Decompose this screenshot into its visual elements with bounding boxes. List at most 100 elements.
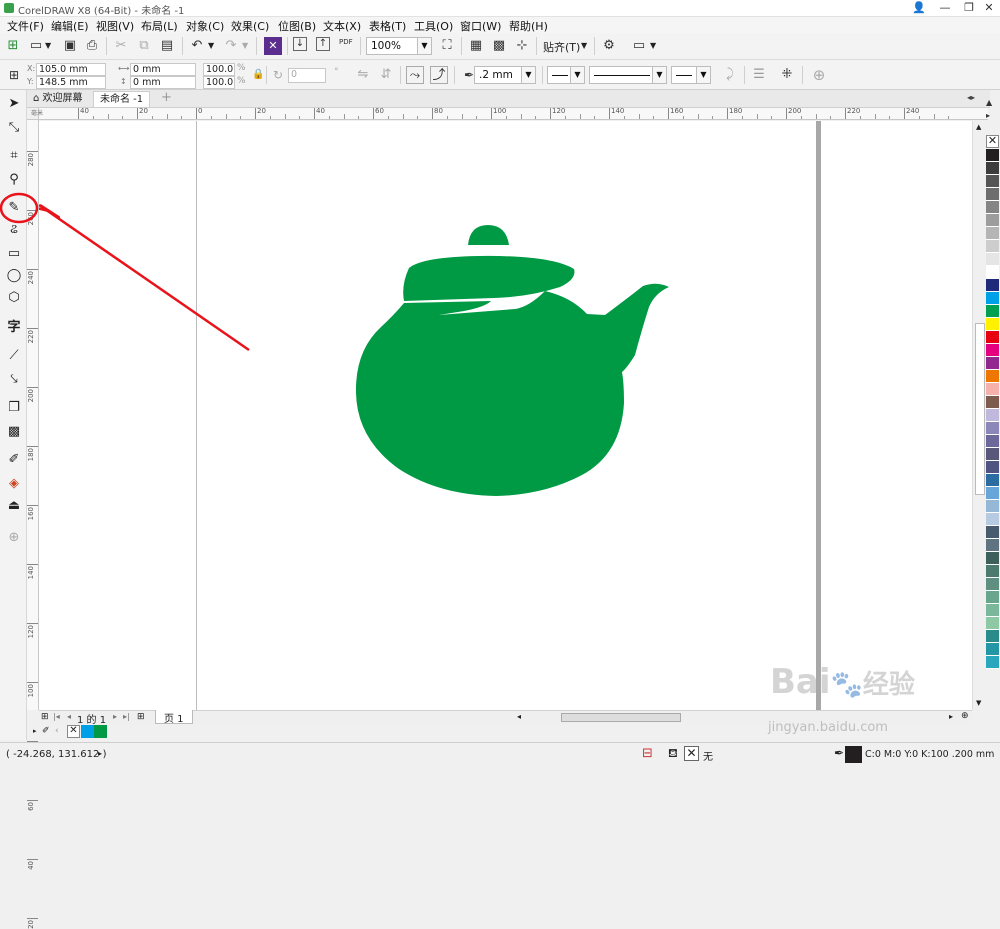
drawing-canvas[interactable] xyxy=(39,121,972,710)
color-swatch[interactable] xyxy=(986,201,999,214)
color-swatch[interactable] xyxy=(986,149,999,162)
color-swatch[interactable] xyxy=(986,591,999,604)
color-swatch[interactable] xyxy=(986,617,999,630)
polygon-tool-icon[interactable]: ⬡ xyxy=(4,288,24,308)
drop-shadow-tool-icon[interactable]: ❐ xyxy=(4,398,24,418)
color-swatch[interactable] xyxy=(986,162,999,175)
teapot-shape[interactable] xyxy=(355,225,669,496)
full-screen-icon[interactable]: ⛶ xyxy=(438,37,456,55)
launcher-dropdown-icon[interactable]: ▼ xyxy=(650,41,656,50)
menu-text[interactable]: 文本(X) xyxy=(323,18,361,34)
import-icon[interactable]: ↓ xyxy=(293,37,307,51)
outline-color-swatch[interactable] xyxy=(845,746,862,763)
scrollbar-thumb[interactable] xyxy=(975,323,985,495)
menu-bitmaps[interactable]: 位图(B) xyxy=(278,18,316,34)
account-icon[interactable]: 👤 xyxy=(906,0,932,17)
add-tab-button[interactable]: + xyxy=(155,91,178,107)
color-swatch[interactable] xyxy=(986,409,999,422)
object-origin-icon[interactable]: ⊞ xyxy=(5,66,23,84)
color-swatch[interactable] xyxy=(986,604,999,617)
mirror-horizontal-icon[interactable]: ⇋ xyxy=(354,66,372,84)
color-swatch[interactable] xyxy=(986,526,999,539)
tab-welcome-screen[interactable]: ⌂ 欢迎屏幕 xyxy=(27,91,89,107)
undo-dropdown-icon[interactable]: ▼ xyxy=(208,41,214,50)
options-gear-icon[interactable]: ⚙ xyxy=(600,37,618,55)
next-page-icon[interactable]: ▸ xyxy=(113,712,117,721)
menu-tools[interactable]: 工具(O) xyxy=(414,18,453,34)
crop-tool-icon[interactable]: ⌗ xyxy=(4,146,24,166)
ellipse-tool-icon[interactable]: ◯ xyxy=(4,266,24,286)
height-field[interactable]: 0 mm xyxy=(130,76,196,89)
horizontal-ruler[interactable]: 40 20 0 20 40 60 80 100 120 140 160 180 200 220 240 毫米 xyxy=(31,107,988,120)
status-expand-icon[interactable]: ▸ xyxy=(98,749,102,758)
chevron-down-icon[interactable]: ▼ xyxy=(417,38,431,54)
smoothing-icon[interactable]: ⁜ xyxy=(778,66,796,84)
scroll-down-icon[interactable]: ▼ xyxy=(976,699,981,707)
line-style-combo[interactable]: ▼ xyxy=(589,66,667,84)
color-swatch[interactable] xyxy=(986,214,999,227)
x-position-field[interactable]: 105.0 mm xyxy=(36,63,106,76)
zoom-tool-icon[interactable]: ⚲ xyxy=(4,170,24,190)
transparency-tool-icon[interactable]: ▩ xyxy=(4,422,24,442)
color-swatch[interactable] xyxy=(986,565,999,578)
corel-connect-icon[interactable]: ✕ xyxy=(264,37,282,55)
color-swatch[interactable] xyxy=(986,305,999,318)
zoom-navigator-icon[interactable]: ⊕ xyxy=(961,711,969,721)
menu-help[interactable]: 帮助(H) xyxy=(509,18,548,34)
no-color-swatch[interactable]: ✕ xyxy=(67,725,80,738)
color-swatch[interactable] xyxy=(986,240,999,253)
chevron-down-icon[interactable]: ▼ xyxy=(652,67,666,83)
tab-document[interactable]: 未命名 -1 xyxy=(93,91,151,107)
save-icon[interactable]: ▣ xyxy=(61,37,79,55)
add-tool-icon[interactable]: ⊕ xyxy=(4,528,24,548)
color-swatch[interactable] xyxy=(986,630,999,643)
color-swatch[interactable] xyxy=(986,279,999,292)
close-curve-icon[interactable]: ⤸ xyxy=(721,66,739,84)
color-swatch[interactable] xyxy=(986,422,999,435)
first-page-icon[interactable]: |◂ xyxy=(53,712,60,721)
color-swatch[interactable] xyxy=(986,578,999,591)
eyedropper-icon[interactable]: ✐ xyxy=(42,726,50,736)
menu-file[interactable]: 文件(F) xyxy=(7,18,44,34)
menu-table[interactable]: 表格(T) xyxy=(369,18,406,34)
color-swatch[interactable] xyxy=(986,383,999,396)
palette-menu-icon[interactable]: ▸ xyxy=(986,111,990,120)
text-wrap-icon[interactable]: ☰ xyxy=(750,66,768,84)
color-swatch[interactable] xyxy=(986,292,999,305)
color-swatch[interactable] xyxy=(986,331,999,344)
open-folder-icon[interactable]: ▭ xyxy=(27,37,45,55)
color-swatch[interactable] xyxy=(986,656,999,669)
snap-to-label[interactable]: 贴齐(T) xyxy=(543,39,580,55)
menu-view[interactable]: 视图(V) xyxy=(96,18,134,34)
undo-icon[interactable]: ↶ xyxy=(188,37,206,55)
vertical-scrollbar[interactable]: ▲ ▼ xyxy=(972,121,986,710)
doc-color-swatch[interactable] xyxy=(94,725,107,738)
minimize-button[interactable]: — xyxy=(932,0,958,17)
snap-dropdown-icon[interactable]: ▼ xyxy=(581,41,587,50)
color-swatch[interactable] xyxy=(986,266,999,279)
page-tab[interactable]: 页 1 xyxy=(155,710,193,725)
add-tool-icon[interactable]: ⊕ xyxy=(810,66,828,84)
color-swatch[interactable] xyxy=(986,435,999,448)
rotation-field[interactable]: 0 xyxy=(288,68,326,83)
add-page-after-icon[interactable]: ⊞ xyxy=(137,712,145,722)
export-icon[interactable]: ↑ xyxy=(316,37,330,51)
color-swatch[interactable] xyxy=(986,448,999,461)
smart-fill-tool-icon[interactable]: ⏏ xyxy=(4,496,24,516)
outline-width-combo[interactable]: .2 mm ▼ xyxy=(474,66,536,84)
menu-layout[interactable]: 布局(L) xyxy=(141,18,178,34)
color-swatch[interactable] xyxy=(986,539,999,552)
show-guidelines-icon[interactable]: ⊹ xyxy=(513,37,531,55)
no-fill-swatch[interactable]: ✕ xyxy=(684,746,699,761)
chevron-down-icon[interactable]: ▼ xyxy=(521,67,535,83)
color-swatch[interactable] xyxy=(986,344,999,357)
open-dropdown-icon[interactable]: ▼ xyxy=(45,41,51,50)
bezier-mode-icon[interactable]: ⤳ xyxy=(406,66,424,84)
chevron-down-icon[interactable]: ▼ xyxy=(570,67,584,83)
close-button[interactable]: ✕ xyxy=(976,0,1000,17)
color-swatch[interactable] xyxy=(986,474,999,487)
redo-dropdown-icon[interactable]: ▼ xyxy=(242,41,248,50)
end-arrowhead-combo[interactable]: ▼ xyxy=(671,66,711,84)
color-swatch[interactable] xyxy=(986,175,999,188)
color-swatch[interactable] xyxy=(986,227,999,240)
